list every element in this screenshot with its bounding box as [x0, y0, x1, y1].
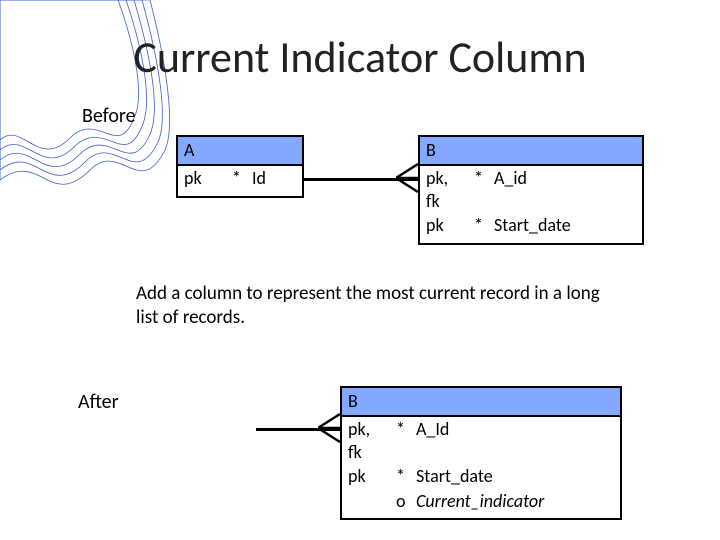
- row-key: pk: [342, 464, 390, 489]
- relationship-line: [304, 178, 418, 181]
- entity-B-after-row: o Current_indicator: [342, 489, 620, 519]
- row-name: Current_indicator: [410, 489, 620, 519]
- row-name: Start_date: [410, 464, 620, 489]
- before-label: Before: [82, 104, 136, 128]
- description-text: Add a column to represent the most curre…: [136, 282, 616, 330]
- row-mark: *: [390, 417, 410, 464]
- row-key: pk, fk: [342, 417, 390, 464]
- entity-B-before-row: pk * Start_date: [420, 213, 642, 243]
- row-mark: *: [390, 464, 410, 489]
- after-label: After: [78, 390, 119, 414]
- entity-A: A pk * Id: [176, 135, 304, 198]
- row-key: [342, 489, 390, 519]
- row-name: A_Id: [410, 417, 620, 464]
- row-mark: *: [468, 166, 488, 213]
- row-mark: o: [390, 489, 410, 519]
- row-key: pk, fk: [420, 166, 468, 213]
- entity-A-name: A: [178, 137, 302, 166]
- entity-B-after-row: pk, fk * A_Id: [342, 417, 620, 464]
- entity-B-after-row: pk * Start_date: [342, 464, 620, 489]
- entity-B-before: B pk, fk * A_id pk * Start_date: [418, 135, 644, 245]
- slide-title: Current Indicator Column: [0, 30, 720, 84]
- entity-B-before-row: pk, fk * A_id: [420, 166, 642, 213]
- entity-A-row-name: Id: [246, 166, 302, 196]
- row-mark: *: [468, 213, 488, 243]
- row-key: pk: [420, 213, 468, 243]
- entity-B-after: B pk, fk * A_Id pk * Start_date o Curren…: [340, 386, 622, 520]
- row-name: Start_date: [488, 213, 642, 243]
- entity-B-after-name: B: [342, 388, 620, 417]
- row-name: A_id: [488, 166, 642, 213]
- entity-B-before-name: B: [420, 137, 642, 166]
- entity-A-row-key: pk: [178, 166, 226, 196]
- entity-A-row: pk * Id: [178, 166, 302, 196]
- entity-A-row-mark: *: [226, 166, 246, 196]
- relationship-line: [256, 428, 340, 431]
